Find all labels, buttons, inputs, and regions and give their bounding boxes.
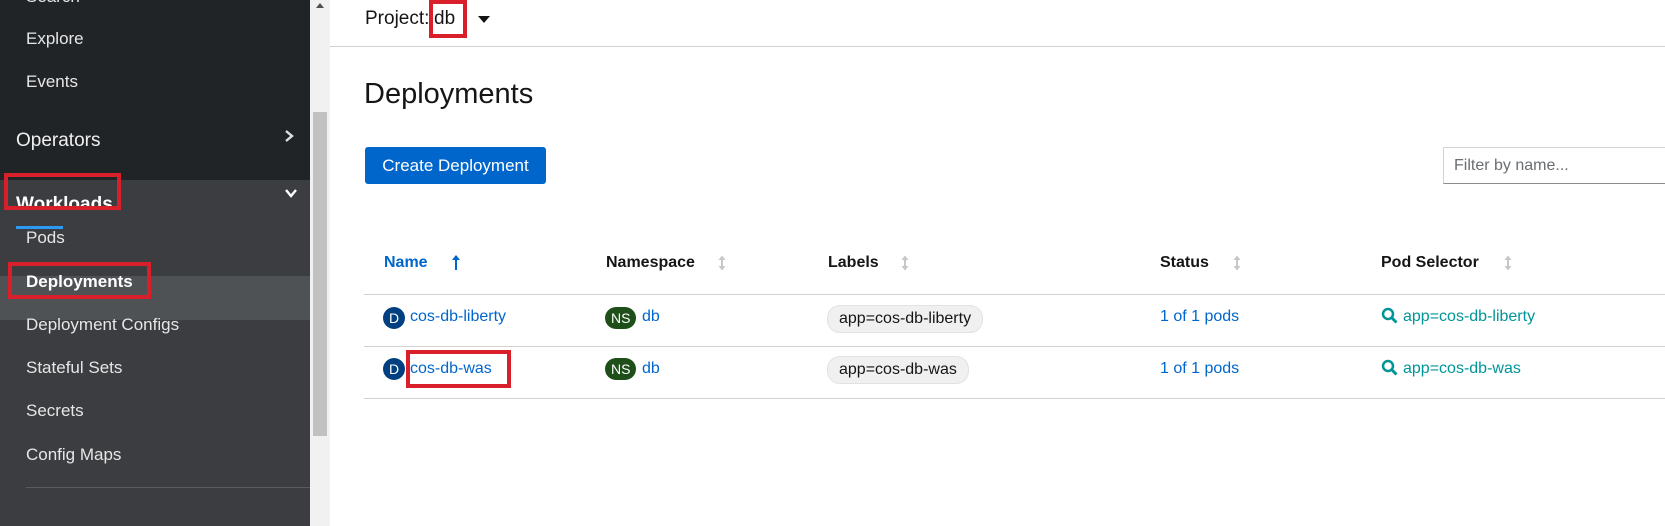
sort-icon[interactable]: [899, 254, 911, 272]
scroll-up-arrow-icon[interactable]: [315, 0, 325, 10]
chevron-right-icon: [285, 130, 294, 142]
namespace-badge: NS: [605, 307, 637, 329]
sidebar: Search Explore Events Operators Workload…: [0, 0, 310, 526]
pod-status-link[interactable]: 1 of 1 pods: [1160, 360, 1239, 378]
caret-down-icon[interactable]: [478, 16, 490, 23]
create-deployment-button[interactable]: Create Deployment: [365, 147, 546, 184]
sort-icon[interactable]: [1502, 254, 1514, 272]
column-header-name[interactable]: Name: [384, 254, 428, 272]
filter-by-name-input[interactable]: [1443, 147, 1665, 184]
column-header-status[interactable]: Status: [1160, 254, 1209, 272]
highlight-box-workloads: [4, 173, 121, 210]
table-divider: [364, 294, 1665, 295]
sidebar-divider: [26, 487, 310, 488]
column-header-namespace[interactable]: Namespace: [606, 254, 695, 272]
sidebar-section-operators[interactable]: Operators: [0, 115, 310, 175]
sort-icon[interactable]: [716, 254, 728, 272]
column-header-pod-selector[interactable]: Pod Selector: [1381, 254, 1479, 272]
highlight-box-project: [429, 0, 467, 38]
main-content: Project: db Deployments Create Deploymen…: [330, 0, 1665, 526]
sidebar-item-explore[interactable]: Explore: [26, 28, 84, 50]
label-chip[interactable]: app=cos-db-was: [827, 356, 969, 384]
namespace-link[interactable]: db: [642, 360, 660, 378]
sidebar-item-secrets[interactable]: Secrets: [26, 400, 84, 422]
sidebar-item-pods[interactable]: Pods: [26, 227, 65, 249]
scrollbar-thumb[interactable]: [313, 112, 327, 436]
sidebar-item-config-maps[interactable]: Config Maps: [26, 444, 121, 466]
sort-ascending-icon[interactable]: [450, 254, 462, 272]
chevron-down-icon[interactable]: [284, 186, 298, 200]
sort-icon[interactable]: [1231, 254, 1243, 272]
project-label: Project:: [365, 8, 430, 29]
pod-selector-link[interactable]: app=cos-db-liberty: [1403, 308, 1535, 326]
search-icon: [1381, 359, 1398, 376]
sidebar-item-deployment-configs[interactable]: Deployment Configs: [26, 314, 179, 336]
sidebar-item-events[interactable]: Events: [26, 71, 78, 93]
highlight-box-deployment: [406, 350, 511, 388]
sidebar-section-label: Operators: [16, 130, 101, 151]
label-chip[interactable]: app=cos-db-liberty: [827, 305, 984, 333]
sidebar-item-search[interactable]: Search: [26, 0, 80, 8]
column-header-labels[interactable]: Labels: [828, 254, 879, 272]
table-divider: [364, 346, 1665, 347]
deployment-kind-badge: D: [383, 358, 405, 380]
namespace-badge: NS: [605, 358, 637, 380]
project-bar: Project: db: [330, 0, 1665, 47]
pod-status-link[interactable]: 1 of 1 pods: [1160, 308, 1239, 326]
sidebar-item-stateful-sets[interactable]: Stateful Sets: [26, 357, 122, 379]
deployment-name-link[interactable]: cos-db-liberty: [410, 308, 506, 326]
search-icon: [1381, 307, 1398, 324]
highlight-box-deployments: [8, 262, 151, 299]
page-title: Deployments: [364, 78, 534, 110]
pod-selector-link[interactable]: app=cos-db-was: [1403, 360, 1521, 378]
namespace-link[interactable]: db: [642, 308, 660, 326]
table-divider: [364, 398, 1665, 399]
deployment-kind-badge: D: [383, 307, 405, 329]
